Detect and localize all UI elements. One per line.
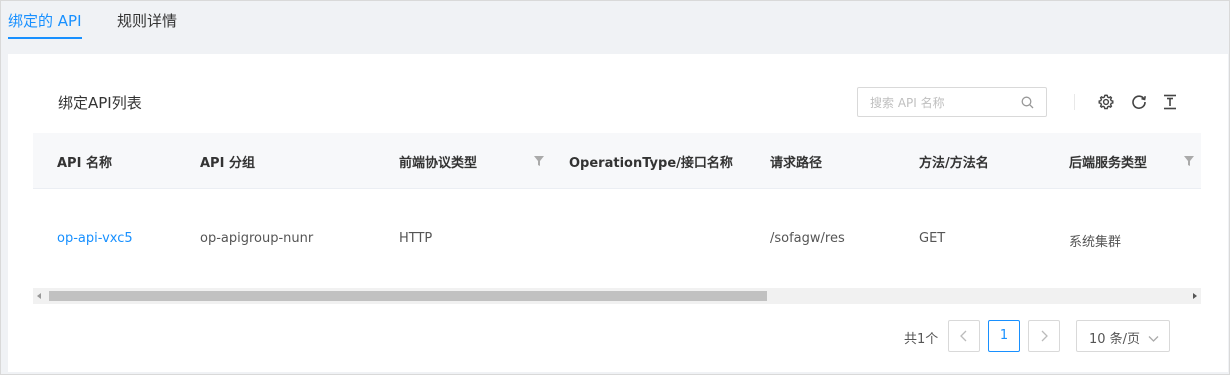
chevron-left-icon bbox=[960, 330, 967, 342]
pagination-total: 共1个 bbox=[904, 332, 939, 347]
api-group-cell: op-apigroup-nunr bbox=[200, 231, 314, 246]
column-header-method: 方法/方法名 bbox=[919, 156, 989, 171]
api-name-link[interactable]: op-api-vxc5 bbox=[57, 231, 133, 246]
tab-rule-details[interactable]: 规则详情 bbox=[117, 10, 177, 31]
protocol-cell: HTTP bbox=[399, 231, 433, 246]
toolbar-divider bbox=[1074, 94, 1075, 110]
refresh-icon[interactable] bbox=[1130, 93, 1148, 111]
column-header-operation-type: OperationType/接口名称 bbox=[569, 156, 733, 171]
table-row: op-api-vxc5 op-apigroup-nunr HTTP /sofag… bbox=[33, 189, 1201, 287]
export-icon[interactable] bbox=[1161, 93, 1179, 111]
gear-icon[interactable] bbox=[1097, 93, 1115, 111]
method-cell: GET bbox=[919, 231, 946, 246]
content-card: 绑定API列表 API 名称 API 分组 bbox=[8, 54, 1228, 372]
page-size-select[interactable]: 10 条/页 bbox=[1076, 320, 1170, 352]
scroll-right-arrow-icon[interactable] bbox=[1193, 293, 1197, 299]
section-title: 绑定API列表 bbox=[58, 94, 142, 112]
page-size-value: 10 条/页 bbox=[1089, 332, 1141, 347]
column-header-request-path: 请求路径 bbox=[770, 156, 823, 171]
tab-bound-api[interactable]: 绑定的 API bbox=[8, 10, 82, 39]
api-table: API 名称 API 分组 前端协议类型 OperationType/接口名称 … bbox=[33, 133, 1201, 305]
filter-icon[interactable] bbox=[1184, 155, 1194, 166]
table-header: API 名称 API 分组 前端协议类型 OperationType/接口名称 … bbox=[33, 133, 1201, 189]
filter-icon[interactable] bbox=[534, 155, 544, 166]
chevron-right-icon bbox=[1041, 330, 1048, 342]
search-icon[interactable] bbox=[1021, 96, 1034, 113]
page-number-button[interactable]: 1 bbox=[988, 320, 1020, 352]
search-input[interactable] bbox=[868, 93, 1022, 113]
scrollbar-thumb[interactable] bbox=[49, 291, 767, 301]
column-header-frontend-protocol: 前端协议类型 bbox=[399, 156, 478, 171]
column-header-api-group: API 分组 bbox=[200, 156, 255, 171]
chevron-down-icon bbox=[1148, 332, 1159, 347]
horizontal-scrollbar[interactable] bbox=[33, 288, 1201, 304]
backend-type-cell: 系统集群 bbox=[1069, 235, 1122, 250]
column-header-api-name: API 名称 bbox=[57, 156, 112, 171]
path-cell: /sofagw/res bbox=[770, 231, 845, 246]
prev-page-button[interactable] bbox=[948, 320, 980, 352]
column-header-backend-type: 后端服务类型 bbox=[1069, 156, 1148, 171]
search-box bbox=[857, 87, 1047, 117]
next-page-button[interactable] bbox=[1028, 320, 1060, 352]
scroll-left-arrow-icon[interactable] bbox=[37, 293, 41, 299]
